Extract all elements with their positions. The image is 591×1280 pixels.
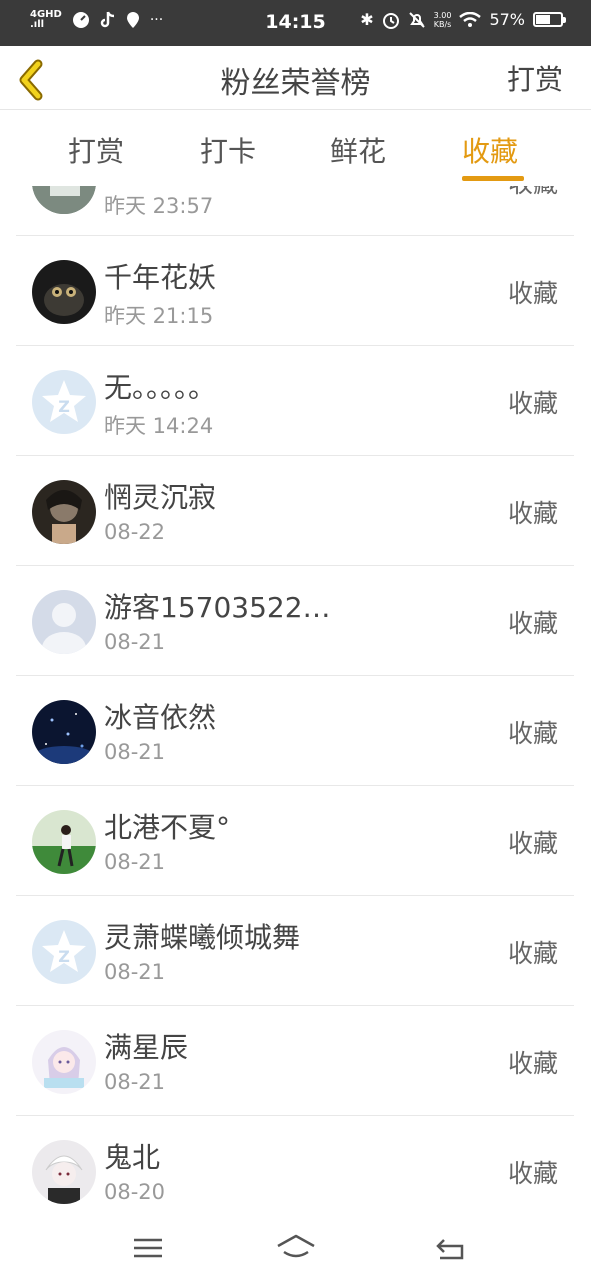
timestamp: 08-21 [104, 740, 166, 764]
timestamp: 08-21 [104, 960, 166, 984]
list-item[interactable]: 北港不夏° 08-21 收藏 [16, 786, 574, 896]
list-item[interactable]: 冰音依然 08-21 收藏 [16, 676, 574, 786]
tab-reward[interactable]: 打赏 [68, 130, 124, 170]
list-item[interactable]: Z 灵萧蝶曦倾城舞 08-21 收藏 [16, 896, 574, 1006]
net-speed-value: 3.00 [433, 10, 452, 20]
tab-favorites[interactable]: 收藏 [462, 130, 518, 170]
avatar [32, 260, 96, 324]
avatar [32, 1030, 96, 1094]
top-header: 粉丝荣誉榜 打赏 [0, 46, 591, 110]
mute-icon [408, 11, 425, 28]
avatar: Z [32, 920, 96, 984]
user-name: 北港不夏° [104, 811, 231, 844]
tab-checkin[interactable]: 打卡 [200, 130, 256, 170]
list-item[interactable]: 游客15703522… 08-21 收藏 [16, 566, 574, 676]
user-name: 满星辰 [104, 1031, 189, 1064]
page-title: 粉丝荣誉榜 [220, 66, 371, 101]
favorite-label: 收藏 [507, 829, 558, 858]
avatar [32, 700, 96, 764]
user-name: 惘灵沉寂 [104, 481, 217, 514]
net-speed: 3.00 KB/s [434, 11, 452, 29]
timestamp: 08-21 [104, 850, 166, 874]
battery-icon [533, 12, 566, 27]
avatar [32, 186, 96, 214]
favorite-label: 收藏 [507, 1159, 558, 1188]
favorite-label: 收藏 [507, 1049, 558, 1078]
avatar [32, 810, 96, 874]
active-tab-indicator [462, 176, 524, 181]
favorite-label: 收藏 [507, 719, 558, 748]
list-item[interactable]: 鬼北 08-20 收藏 [16, 1116, 574, 1216]
back-nav-icon[interactable] [430, 1230, 470, 1266]
svg-text:Z: Z [58, 947, 70, 966]
favorite-label: 收藏 [507, 389, 558, 418]
system-nav-bar [0, 1216, 591, 1280]
avatar [32, 1140, 96, 1204]
list-item[interactable]: 千年花妖 昨天 21:15 收藏 [16, 236, 574, 346]
avatar [32, 590, 96, 654]
alarm-icon [382, 12, 399, 29]
avatar [32, 480, 96, 544]
timestamp: 08-20 [104, 1180, 166, 1204]
timestamp: 08-22 [104, 520, 166, 544]
fan-list: 昨天 23:57 收藏 千年花妖 昨天 21:15 收藏 Z 无。。。。。 昨天… [0, 186, 591, 1216]
tab-flowers[interactable]: 鲜花 [330, 130, 386, 170]
favorite-label: 收藏 [507, 499, 558, 528]
list-item[interactable]: Z 无。。。。。 昨天 14:24 收藏 [16, 346, 574, 456]
net-speed-unit: KB/s [433, 19, 452, 29]
user-name: 鬼北 [104, 1141, 161, 1174]
user-name: 冰音依然 [104, 701, 217, 734]
timestamp: 昨天 14:24 [104, 414, 214, 438]
home-icon[interactable] [276, 1230, 316, 1266]
tab-bar: 打赏 打卡 鲜花 收藏 [0, 110, 591, 186]
list-item[interactable]: 昨天 23:57 收藏 [16, 186, 574, 236]
user-name: 游客15703522… [104, 591, 331, 624]
timestamp: 08-21 [104, 1070, 166, 1094]
list-item[interactable]: 惘灵沉寂 08-22 收藏 [16, 456, 574, 566]
favorite-label: 收藏 [507, 939, 558, 968]
battery-percent: 57% [489, 10, 525, 29]
status-bar: 4GHD .ıll ··· 14:15 ✱ 3.00 KB/s 57% [0, 0, 591, 46]
user-name: 无。。。。。 [104, 371, 217, 404]
timestamp: 昨天 23:57 [104, 194, 214, 218]
list-item[interactable]: 满星辰 08-21 收藏 [16, 1006, 574, 1116]
favorite-label: 收藏 [507, 609, 558, 638]
avatar: Z [32, 370, 96, 434]
favorite-label: 收藏 [507, 279, 558, 308]
timestamp: 昨天 21:15 [104, 304, 214, 328]
user-name: 千年花妖 [104, 261, 217, 294]
timestamp: 08-21 [104, 630, 166, 654]
wifi-icon [459, 11, 482, 27]
favorite-label: 收藏 [508, 186, 558, 200]
bluetooth-icon: ✱ [360, 10, 374, 29]
menu-icon[interactable] [128, 1230, 168, 1266]
user-name: 灵萧蝶曦倾城舞 [104, 921, 301, 954]
reward-button[interactable]: 打赏 [507, 58, 563, 98]
svg-text:Z: Z [58, 397, 70, 416]
status-right: ✱ 3.00 KB/s 57% [360, 10, 566, 29]
